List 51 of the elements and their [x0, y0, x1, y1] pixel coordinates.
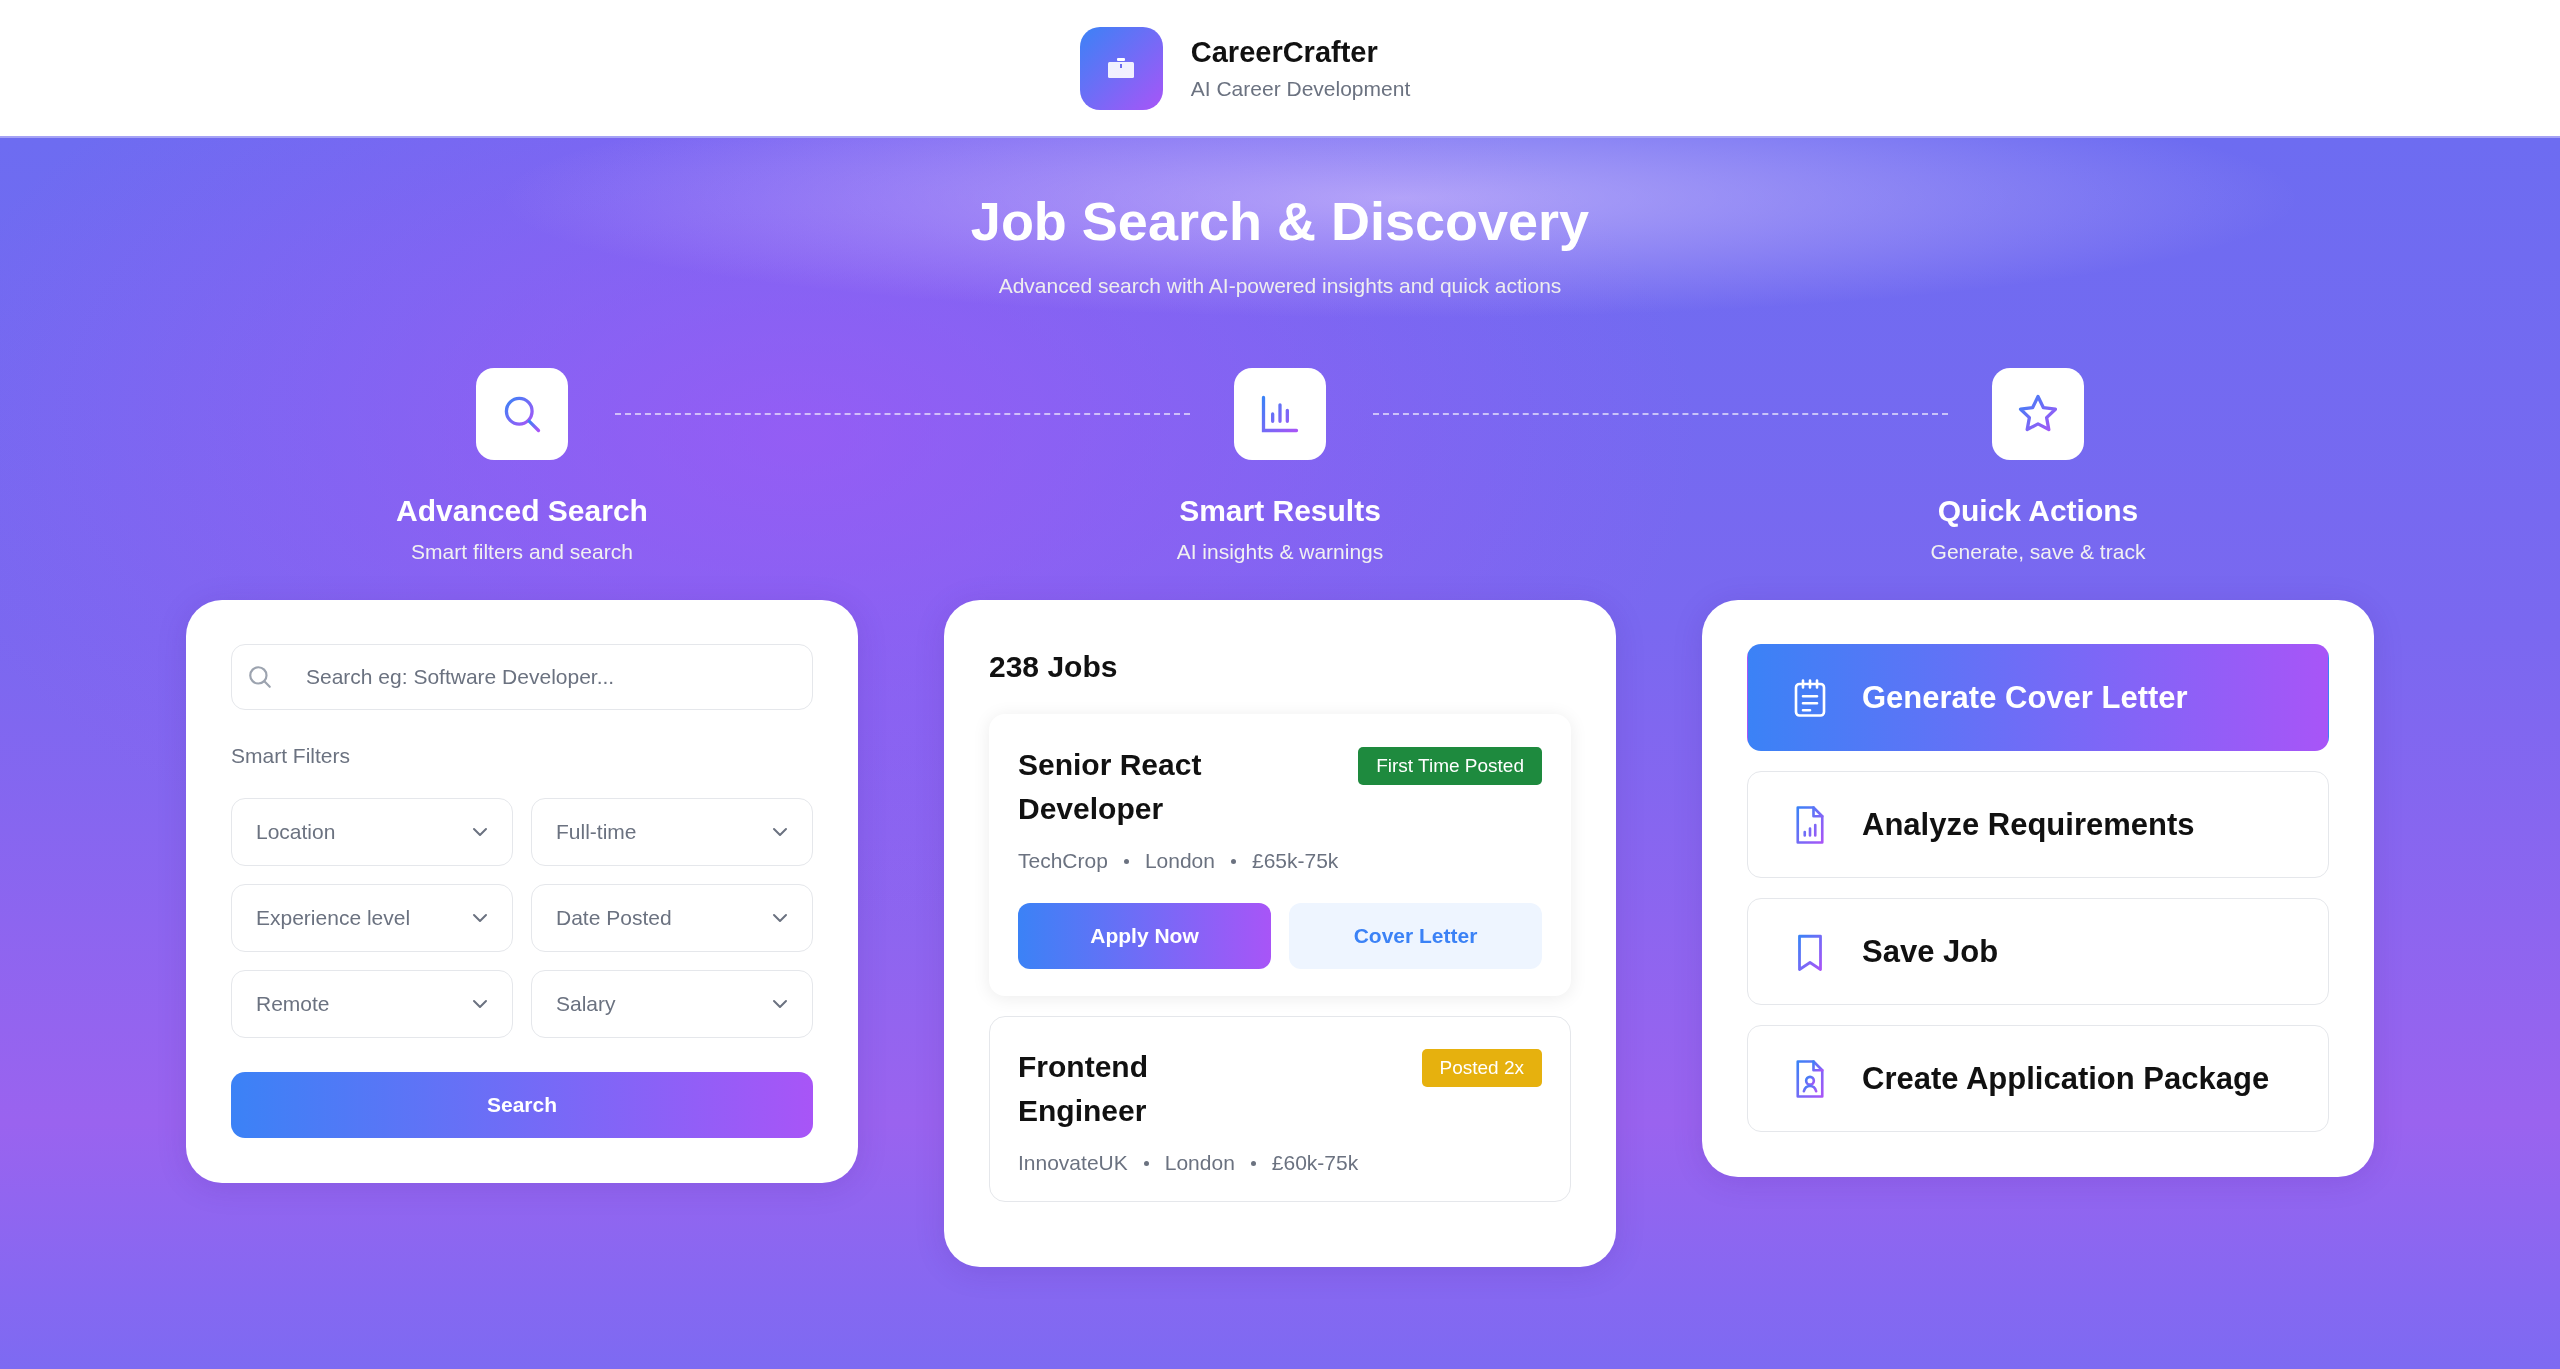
bullet-icon: [1250, 1160, 1256, 1166]
job-meta: InnovateUK: [1018, 1151, 1128, 1175]
status-badge: Posted 2x: [1421, 1049, 1542, 1087]
cover-letter-button[interactable]: Cover Letter: [1289, 903, 1542, 969]
filter-dropdown[interactable]: Experience level: [231, 884, 513, 952]
bullet-icon: [1123, 858, 1129, 864]
briefcase-icon: [1108, 58, 1135, 78]
job-card[interactable]: Senior React Developer First Time Posted TechCrop London £65k-75k Apply Now Cover Letter: [989, 714, 1571, 996]
search-field[interactable]: Search eg: Software Developer...: [231, 644, 813, 710]
step-title: Advanced Search: [396, 494, 648, 528]
job-title: Senior React Developer: [1018, 747, 1203, 827]
filter-dropdown[interactable]: Remote: [231, 970, 513, 1038]
chevron-down-icon: [772, 913, 788, 923]
notepad-icon: [1792, 676, 1828, 719]
step-title: Smart Results: [1179, 494, 1381, 528]
page-title: Job Search & Discovery: [969, 190, 1591, 252]
apply-button[interactable]: Apply Now: [1018, 903, 1271, 969]
status-badge: First Time Posted: [1358, 747, 1542, 785]
job-meta: London: [1164, 1151, 1235, 1175]
job-meta: £65k-75k: [1251, 849, 1339, 873]
step-subtitle: AI insights & warnings: [1176, 540, 1384, 564]
chevron-down-icon: [472, 999, 488, 1009]
step-subtitle: Generate, save & track: [1930, 540, 2146, 564]
app-tagline: AI Career Development: [1190, 76, 1411, 101]
quick-action-button[interactable]: Create Application Package: [1747, 1025, 2329, 1132]
filter-dropdown[interactable]: Salary: [531, 970, 813, 1038]
filter-dropdown[interactable]: Location: [231, 798, 513, 866]
app-name: CareerCrafter: [1190, 35, 1379, 69]
job-count: 238 Jobs: [989, 650, 1119, 684]
job-meta: TechCrop: [1018, 849, 1108, 873]
job-title: Frontend Engineer: [1018, 1049, 1149, 1129]
step-subtitle: Smart filters and search: [411, 540, 633, 564]
search-button[interactable]: Search: [231, 1072, 813, 1138]
chevron-down-icon: [772, 999, 788, 1009]
chevron-down-icon: [772, 827, 788, 837]
job-card[interactable]: Frontend Engineer Posted 2x InnovateUK London £60k-75k: [989, 1016, 1571, 1202]
chevron-down-icon: [472, 827, 488, 837]
search-icon: [247, 664, 273, 690]
filters-label: Smart Filters: [231, 744, 351, 768]
filter-dropdown[interactable]: Full-time: [531, 798, 813, 866]
job-meta: £60k-75k: [1271, 1151, 1359, 1175]
bullet-icon: [1230, 858, 1236, 864]
filter-dropdown[interactable]: Date Posted: [531, 884, 813, 952]
chevron-down-icon: [472, 913, 488, 923]
quick-action-button[interactable]: Save Job: [1747, 898, 2329, 1005]
step-title: Quick Actions: [1937, 494, 2139, 528]
quick-action-button[interactable]: Analyze Requirements: [1747, 771, 2329, 878]
quick-action-button[interactable]: Generate Cover Letter: [1747, 644, 2329, 751]
bullet-icon: [1143, 1160, 1149, 1166]
job-meta: London: [1144, 849, 1215, 873]
page-subtitle: Advanced search with AI-powered insights and quick actions: [997, 274, 1563, 298]
